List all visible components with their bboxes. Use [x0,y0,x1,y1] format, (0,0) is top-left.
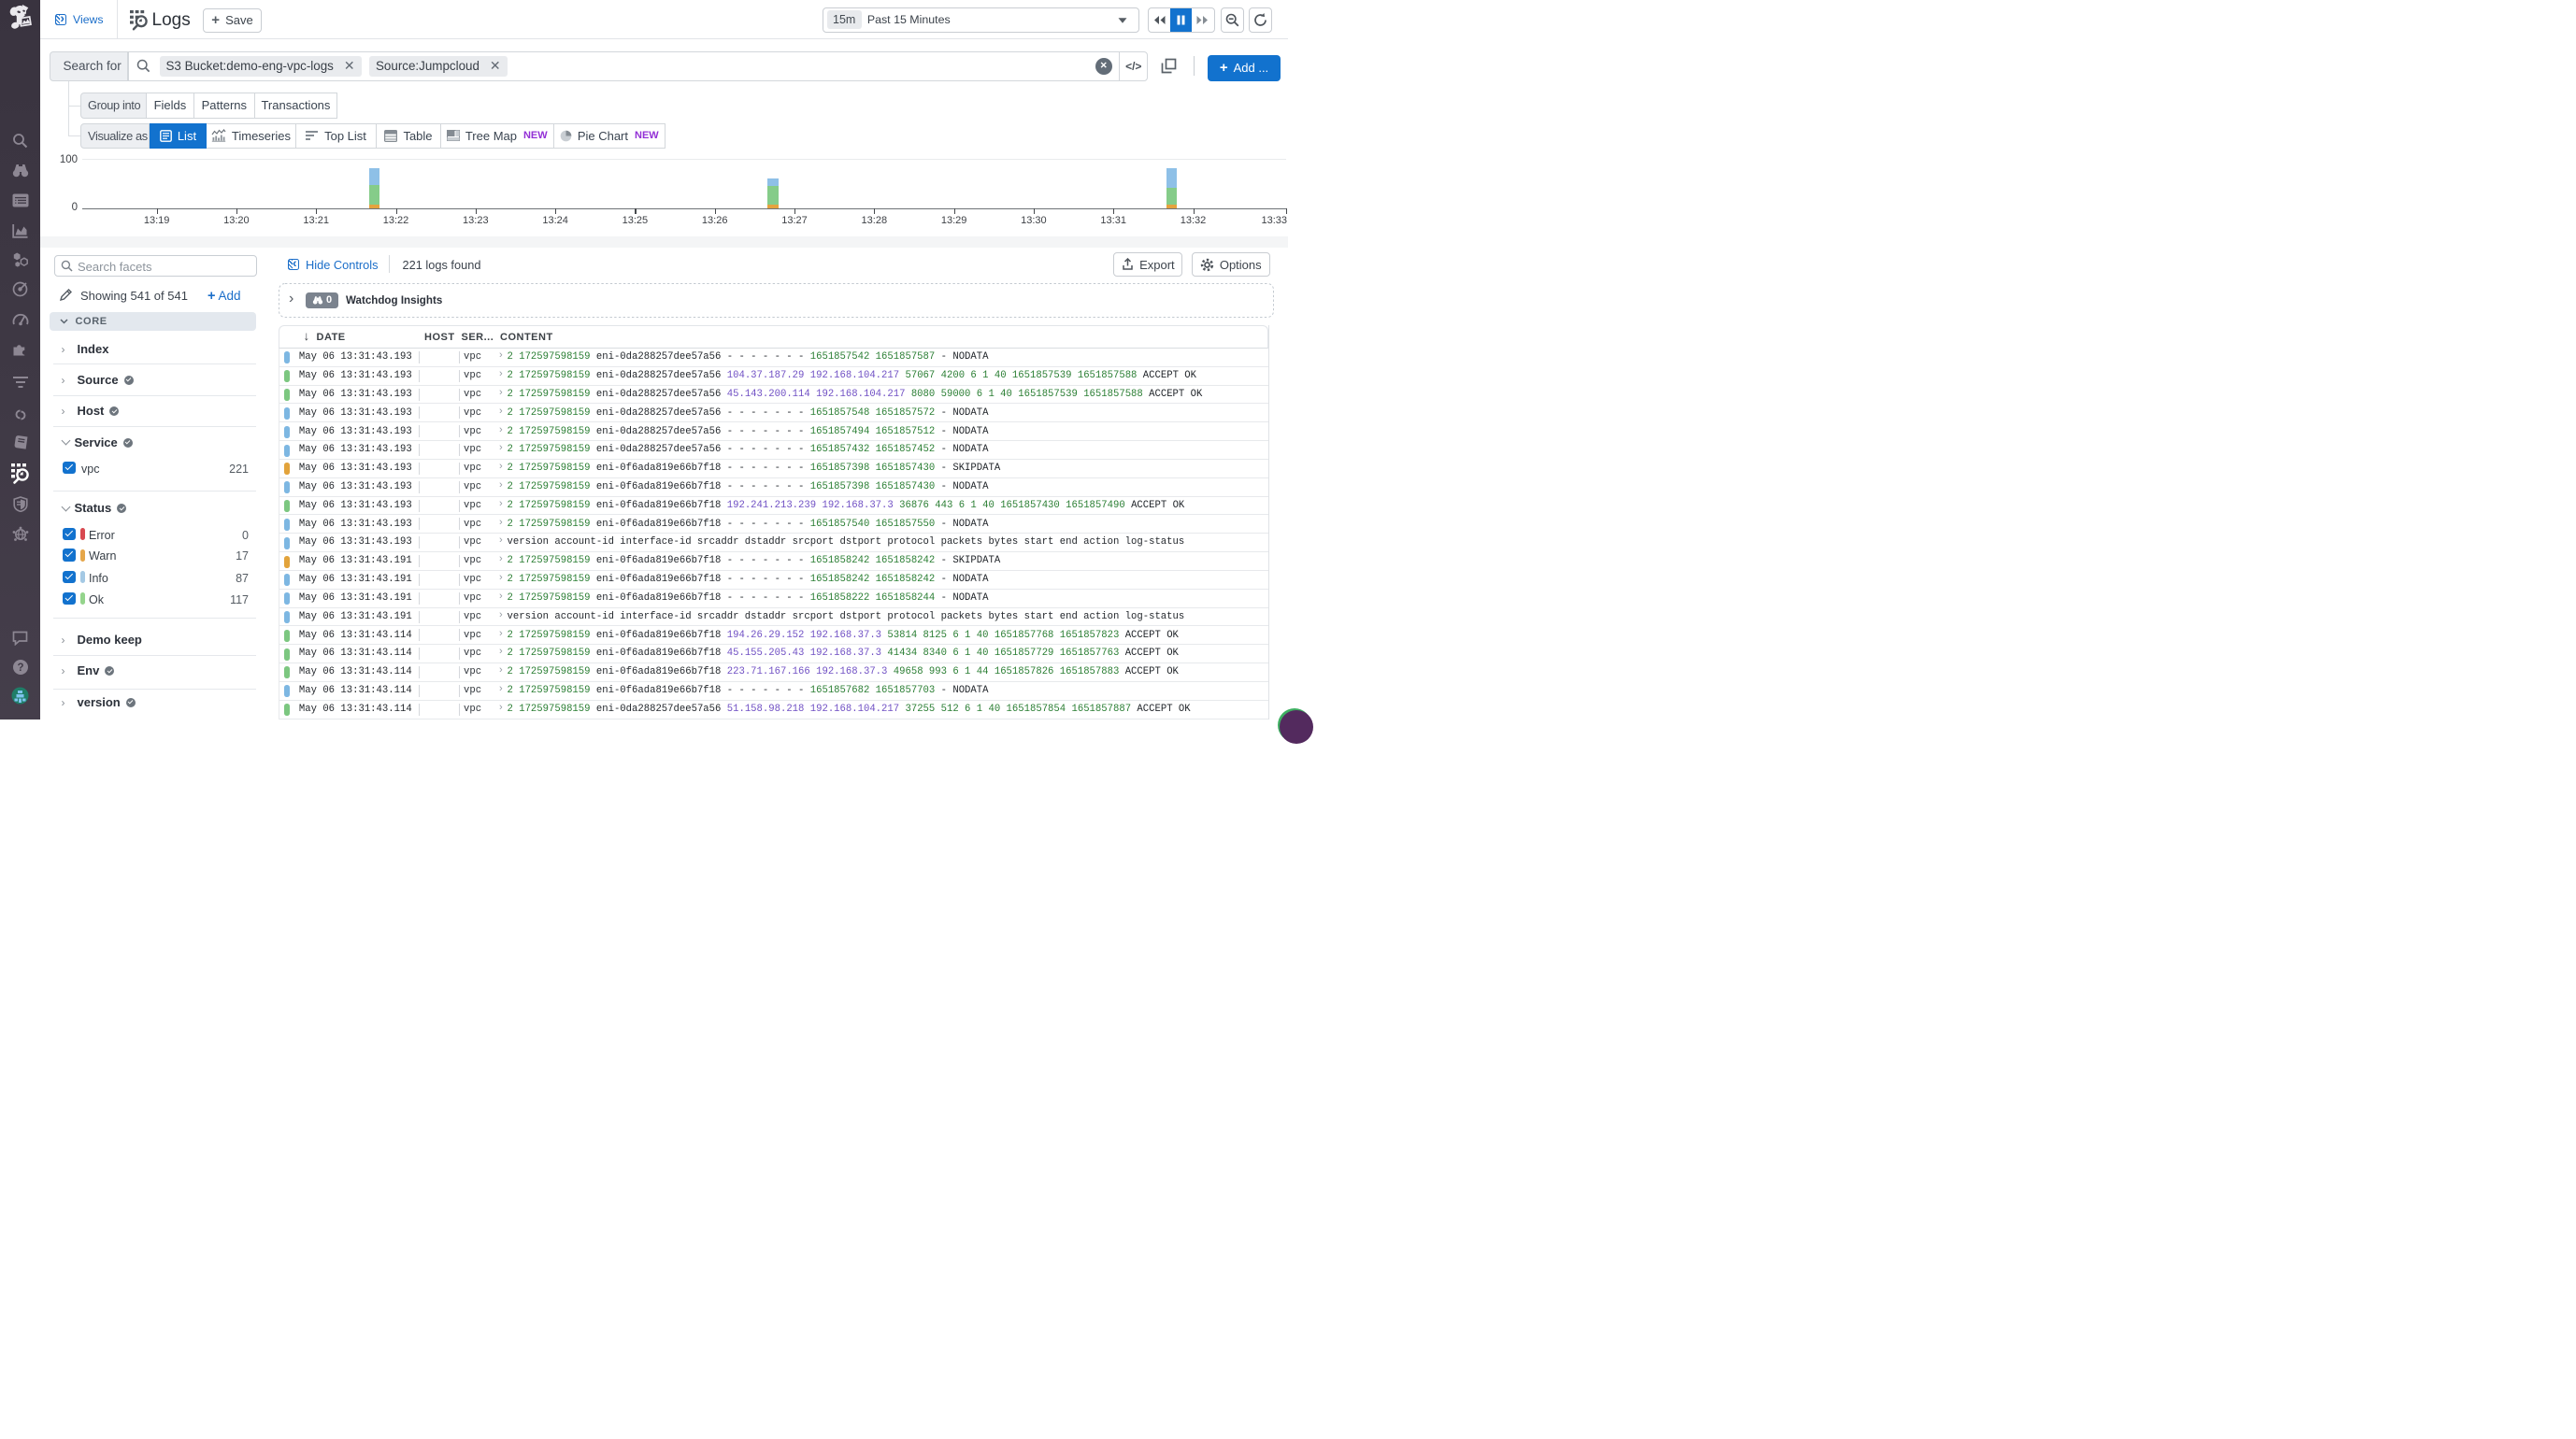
svg-text:?: ? [17,663,23,674]
